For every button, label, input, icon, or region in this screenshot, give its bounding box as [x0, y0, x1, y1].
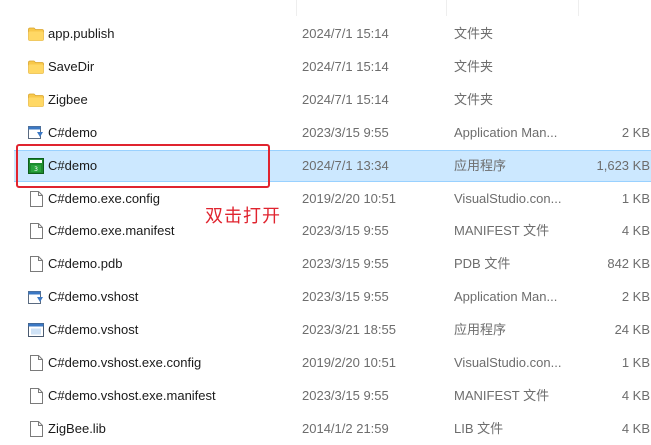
document-icon — [26, 380, 46, 412]
file-type: PDB 文件 — [454, 256, 511, 272]
file-row[interactable]: C#demo.vshost.exe.config 2019/2/20 10:51 V… — [14, 347, 651, 379]
app-manifest-icon — [26, 281, 46, 313]
file-name: SaveDir — [48, 58, 95, 74]
file-row[interactable]: app.publish 2024/7/1 15:14 文件夹 — [14, 18, 651, 50]
annotation-label: 双击打开 — [205, 206, 281, 227]
file-row[interactable]: C#demo.vshost.exe.manifest 2023/3/15 9:55… — [14, 380, 651, 412]
file-date-modified: 2023/3/15 9:55 — [302, 256, 389, 272]
file-name: C#demo.vshost.exe.config — [48, 355, 202, 370]
document-icon — [26, 215, 46, 247]
file-size: 1 KB — [621, 190, 650, 206]
file-size — [574, 84, 650, 116]
column-divider — [296, 0, 297, 16]
file-name: Zigbee — [48, 91, 88, 107]
file-type: 应用程序 — [454, 157, 507, 173]
file-type: MANIFEST 文件 — [454, 387, 550, 403]
file-date-modified: 2024/7/1 15:14 — [302, 58, 389, 74]
file-row[interactable]: ZigBee.lib 2014/1/2 21:59 LIB 文件 4 KB — [14, 413, 651, 445]
file-type: LIB 文件 — [454, 420, 504, 436]
file-size: 4 KB — [621, 387, 650, 403]
file-date-modified: 2019/2/20 10:51 — [302, 190, 396, 206]
file-size: 24 KB — [614, 322, 650, 338]
file-type: 文件夹 — [454, 26, 494, 41]
column-divider — [446, 0, 447, 16]
folder-icon — [26, 51, 46, 83]
file-name: C#demo.vshost.exe.manifest — [48, 387, 216, 403]
file-date-modified: 2023/3/15 9:55 — [302, 124, 389, 140]
file-size: 1,623 KB — [596, 157, 651, 173]
file-type: 文件夹 — [454, 91, 494, 107]
file-date-modified: 2019/2/20 10:51 — [302, 355, 396, 370]
file-type: VisualStudio.con... — [454, 190, 562, 206]
file-size: 4 KB — [621, 223, 650, 239]
annotation-highlight-box — [16, 144, 270, 188]
document-icon — [26, 347, 46, 379]
file-date-modified: 2023/3/15 9:55 — [302, 289, 389, 305]
file-name: C#demo.pdb — [48, 256, 123, 272]
file-type: 文件夹 — [454, 58, 494, 74]
file-size: 1 KB — [621, 355, 650, 370]
file-type: MANIFEST 文件 — [454, 223, 550, 239]
file-row[interactable]: Zigbee 2024/7/1 15:14 文件夹 — [14, 84, 651, 116]
file-type: Application Man... — [454, 124, 558, 140]
file-size — [574, 51, 650, 83]
file-size: 2 KB — [621, 124, 650, 140]
file-size — [574, 18, 650, 50]
file-row[interactable]: C#demo.vshost 2023/3/15 9:55 Application M… — [14, 281, 651, 313]
file-date-modified: 2023/3/15 9:55 — [302, 387, 389, 403]
column-divider — [578, 0, 579, 16]
document-icon — [26, 413, 46, 445]
file-name: C#demo.vshost — [48, 322, 139, 338]
file-size: 2 KB — [621, 289, 650, 305]
file-type: 应用程序 — [454, 322, 507, 338]
file-type: Application Man... — [454, 289, 558, 305]
folder-icon — [26, 84, 46, 116]
file-name: app.publish — [48, 26, 115, 41]
file-date-modified: 2024/7/1 15:14 — [302, 26, 389, 41]
window-app-icon — [26, 314, 46, 346]
document-icon — [26, 248, 46, 280]
file-date-modified: 2023/3/21 18:55 — [302, 322, 396, 338]
file-date-modified: 2024/7/1 13:34 — [302, 157, 389, 173]
file-name: ZigBee.lib — [48, 420, 106, 436]
file-row[interactable]: C#demo.pdb 2023/3/15 9:55 PDB 文件 842 KB — [14, 248, 651, 280]
folder-icon — [26, 18, 46, 50]
file-row[interactable]: C#demo.vshost 2023/3/21 18:55 应用程序 24 KB — [14, 314, 651, 346]
file-date-modified: 2023/3/15 9:55 — [302, 223, 389, 239]
file-size: 4 KB — [621, 420, 650, 436]
file-type: VisualStudio.con... — [454, 355, 562, 370]
file-size: 842 KB — [607, 256, 650, 272]
file-row[interactable]: C#demo.exe.manifest 2023/3/15 9:55 MANIFES… — [14, 215, 651, 247]
file-name: C#demo.vshost — [48, 289, 139, 305]
file-row[interactable]: SaveDir 2024/7/1 15:14 文件夹 — [14, 51, 651, 83]
file-date-modified: 2014/1/2 21:59 — [302, 420, 389, 436]
column-header-strip — [0, 0, 651, 16]
file-date-modified: 2024/7/1 15:14 — [302, 91, 389, 107]
